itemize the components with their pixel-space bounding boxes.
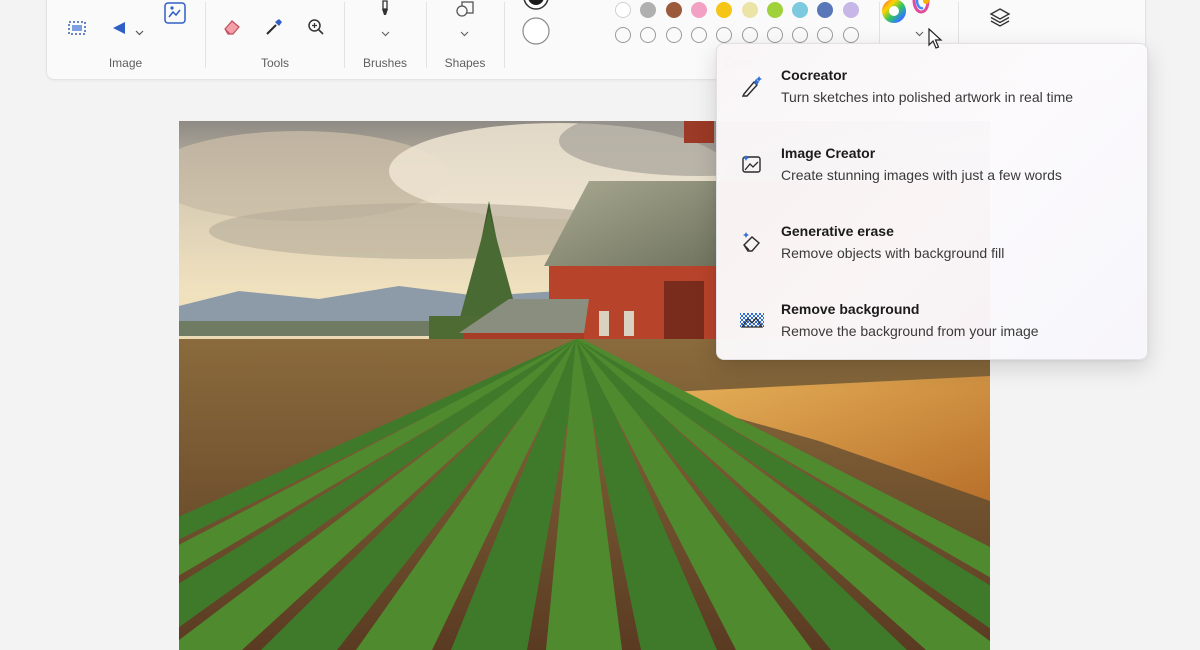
shapes-group-label: Shapes xyxy=(444,56,486,70)
menu-item-description: Remove the background from your image xyxy=(781,323,1039,339)
color-wheel-icon[interactable] xyxy=(879,0,909,26)
image-group: Image xyxy=(47,0,204,80)
color-swatch[interactable] xyxy=(741,2,758,18)
mouse-cursor-icon xyxy=(928,27,944,55)
color-swatch[interactable] xyxy=(842,2,859,18)
color-swatch[interactable] xyxy=(665,2,682,18)
brush-icon[interactable] xyxy=(371,0,399,20)
menu-item-description: Remove objects with background fill xyxy=(781,245,1005,261)
menu-item-description: Turn sketches into polished artwork in r… xyxy=(781,89,1074,105)
color-swatch[interactable] xyxy=(716,2,733,18)
color-swatch[interactable] xyxy=(690,2,707,18)
eraser-icon[interactable] xyxy=(220,15,244,39)
chevron-down-icon[interactable] xyxy=(381,24,390,42)
menu-item-image-creator[interactable]: Image Creator Create stunning images wit… xyxy=(717,145,1147,219)
image-creator-icon xyxy=(739,151,765,177)
chevron-down-icon[interactable] xyxy=(460,24,469,42)
magnifier-icon[interactable] xyxy=(304,15,328,39)
empty-color-swatch[interactable] xyxy=(665,27,682,43)
remove-background-icon xyxy=(739,307,765,333)
tools-group-label: Tools xyxy=(260,56,289,70)
menu-item-generative-erase[interactable]: Generative erase Remove objects with bac… xyxy=(717,223,1147,297)
shapes-group: Shapes xyxy=(427,0,503,80)
menu-item-title: Cocreator xyxy=(781,67,848,83)
menu-item-remove-background[interactable]: Remove background Remove the background … xyxy=(717,301,1147,375)
secondary-color-swatch[interactable] xyxy=(521,16,551,46)
color-swatch[interactable] xyxy=(640,2,657,18)
menu-item-cocreator[interactable]: Cocreator Turn sketches into polished ar… xyxy=(717,67,1147,141)
empty-color-swatch[interactable] xyxy=(842,27,859,43)
chevron-down-icon[interactable] xyxy=(915,24,924,42)
chevron-down-icon[interactable] xyxy=(135,23,144,41)
primary-color-swatch[interactable] xyxy=(521,0,551,14)
shapes-icon[interactable] xyxy=(451,0,479,20)
empty-color-swatch[interactable] xyxy=(716,27,733,43)
empty-color-swatch[interactable] xyxy=(615,27,631,43)
brushes-group: Brushes xyxy=(345,0,425,80)
copilot-menu: Cocreator Turn sketches into polished ar… xyxy=(716,43,1148,360)
layers-icon[interactable] xyxy=(987,4,1013,30)
copilot-icon[interactable] xyxy=(907,0,935,16)
menu-item-title: Remove background xyxy=(781,301,920,317)
menu-item-description: Create stunning images with just a few w… xyxy=(781,167,1062,183)
generative-erase-icon xyxy=(739,229,765,255)
color-swatch[interactable] xyxy=(792,2,809,18)
empty-color-swatch[interactable] xyxy=(640,27,657,43)
select-icon[interactable] xyxy=(65,16,89,40)
color-swatch[interactable] xyxy=(615,2,631,18)
crop-resize-icon[interactable] xyxy=(161,0,189,26)
empty-color-swatch[interactable] xyxy=(741,27,758,43)
empty-color-swatch[interactable] xyxy=(817,27,834,43)
menu-item-title: Image Creator xyxy=(781,145,876,161)
empty-color-swatch[interactable] xyxy=(690,27,707,43)
image-group-label: Image xyxy=(108,56,143,70)
brushes-group-label: Brushes xyxy=(362,56,408,70)
menu-item-title: Generative erase xyxy=(781,223,894,239)
color-swatch[interactable] xyxy=(766,2,783,18)
color-swatch[interactable] xyxy=(817,2,834,18)
cocreator-icon xyxy=(739,73,765,99)
color-picker-icon[interactable] xyxy=(262,15,286,39)
tools-group: Tools xyxy=(206,0,344,80)
empty-color-swatch[interactable] xyxy=(792,27,809,43)
rotate-flip-icon[interactable] xyxy=(107,16,133,40)
empty-color-swatch[interactable] xyxy=(766,27,783,43)
